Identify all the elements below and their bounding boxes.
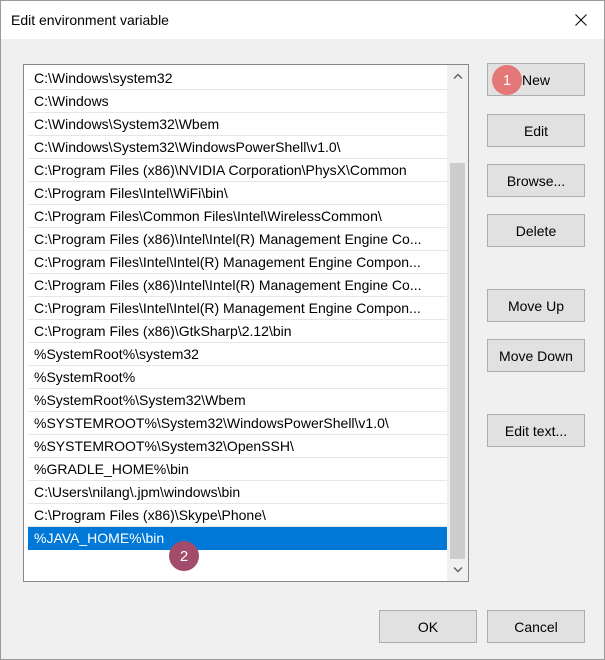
move-down-button[interactable]: Move Down	[487, 339, 585, 372]
list-item[interactable]: C:\Windows\System32\WindowsPowerShell\v1…	[28, 136, 447, 159]
list-item[interactable]: %SYSTEMROOT%\System32\OpenSSH\	[28, 435, 447, 458]
vertical-scrollbar[interactable]	[447, 65, 468, 581]
ok-button[interactable]: OK	[379, 610, 477, 643]
list-item[interactable]: C:\Program Files (x86)\GtkSharp\2.12\bin	[28, 320, 447, 343]
close-icon	[575, 14, 587, 26]
dialog-client-area: C:\Windows\system32 C:\Windows C:\Windows\…	[1, 39, 604, 659]
path-listbox[interactable]: C:\Windows\system32 C:\Windows C:\Windows\…	[23, 64, 469, 582]
title-bar: Edit environment variable	[1, 1, 604, 39]
edit-text-button[interactable]: Edit text...	[487, 414, 585, 447]
list-item[interactable]: %SystemRoot%\System32\Wbem	[28, 389, 447, 412]
path-list: C:\Windows\system32 C:\Windows C:\Windows\…	[25, 67, 447, 550]
edit-environment-variable-dialog: Edit environment variable C:\Windows\sys…	[0, 0, 605, 660]
list-item-selected[interactable]: %JAVA_HOME%\bin	[28, 527, 447, 550]
cancel-button[interactable]: Cancel	[487, 610, 585, 643]
annotation-badge-1: 1	[492, 65, 522, 95]
edit-button[interactable]: Edit	[487, 114, 585, 147]
chevron-up-icon	[453, 73, 462, 79]
list-item[interactable]: C:\Program Files (x86)\Intel\Intel(R) Ma…	[28, 228, 447, 251]
list-item[interactable]: C:\Program Files\Intel\Intel(R) Manageme…	[28, 297, 447, 320]
annotation-badge-2: 2	[169, 541, 199, 571]
delete-button[interactable]: Delete	[487, 214, 585, 247]
list-item[interactable]: C:\Program Files (x86)\Intel\Intel(R) Ma…	[28, 274, 447, 297]
list-item[interactable]: C:\Program Files\Common Files\Intel\Wire…	[28, 205, 447, 228]
move-up-button[interactable]: Move Up	[487, 289, 585, 322]
list-item[interactable]: C:\Program Files (x86)\Skype\Phone\	[28, 504, 447, 527]
list-item[interactable]: %GRADLE_HOME%\bin	[28, 458, 447, 481]
window-title: Edit environment variable	[11, 12, 169, 28]
close-button[interactable]	[558, 1, 604, 39]
list-item[interactable]: C:\Windows\system32	[28, 67, 447, 90]
list-item[interactable]: C:\Users\nilang\.jpm\windows\bin	[28, 481, 447, 504]
list-item[interactable]: C:\Program Files\Intel\WiFi\bin\	[28, 182, 447, 205]
list-item[interactable]: %SystemRoot%\system32	[28, 343, 447, 366]
list-item[interactable]: C:\Program Files (x86)\NVIDIA Corporatio…	[28, 159, 447, 182]
list-item[interactable]: %SYSTEMROOT%\System32\WindowsPowerShell\…	[28, 412, 447, 435]
scroll-down-button[interactable]	[447, 559, 468, 581]
scroll-up-button[interactable]	[447, 65, 468, 87]
list-item[interactable]: C:\Windows	[28, 90, 447, 113]
scroll-thumb[interactable]	[450, 163, 465, 559]
list-item[interactable]: C:\Windows\System32\Wbem	[28, 113, 447, 136]
list-item[interactable]: %SystemRoot%	[28, 366, 447, 389]
browse-button[interactable]: Browse...	[487, 164, 585, 197]
list-item[interactable]: C:\Program Files\Intel\Intel(R) Manageme…	[28, 251, 447, 274]
chevron-down-icon	[453, 567, 462, 573]
